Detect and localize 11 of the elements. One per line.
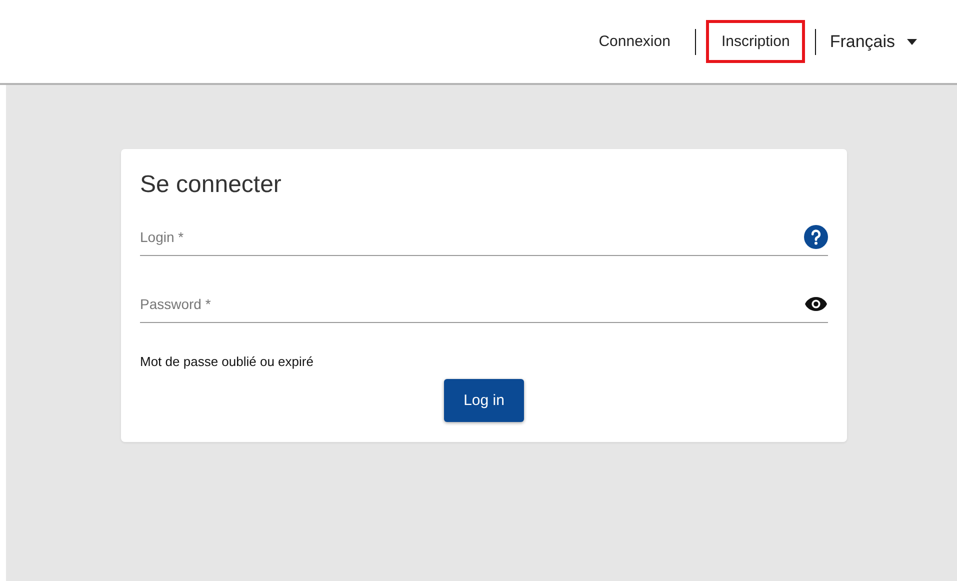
- eye-icon[interactable]: [804, 296, 828, 312]
- forgot-password-link[interactable]: Mot de passe oublié ou expiré: [140, 354, 314, 369]
- help-icon[interactable]: [804, 225, 828, 249]
- nav-link[interactable]: Connexion: [584, 20, 686, 63]
- language-dropdown[interactable]: Français: [826, 26, 921, 58]
- card-title: Se connecter: [140, 171, 282, 199]
- login-button[interactable]: Log in: [444, 379, 524, 422]
- login-field[interactable]: Login *: [140, 229, 804, 245]
- nav-link[interactable]: Inscription: [706, 20, 805, 63]
- password-field[interactable]: Password *: [140, 296, 804, 312]
- caret-icon: [907, 38, 917, 44]
